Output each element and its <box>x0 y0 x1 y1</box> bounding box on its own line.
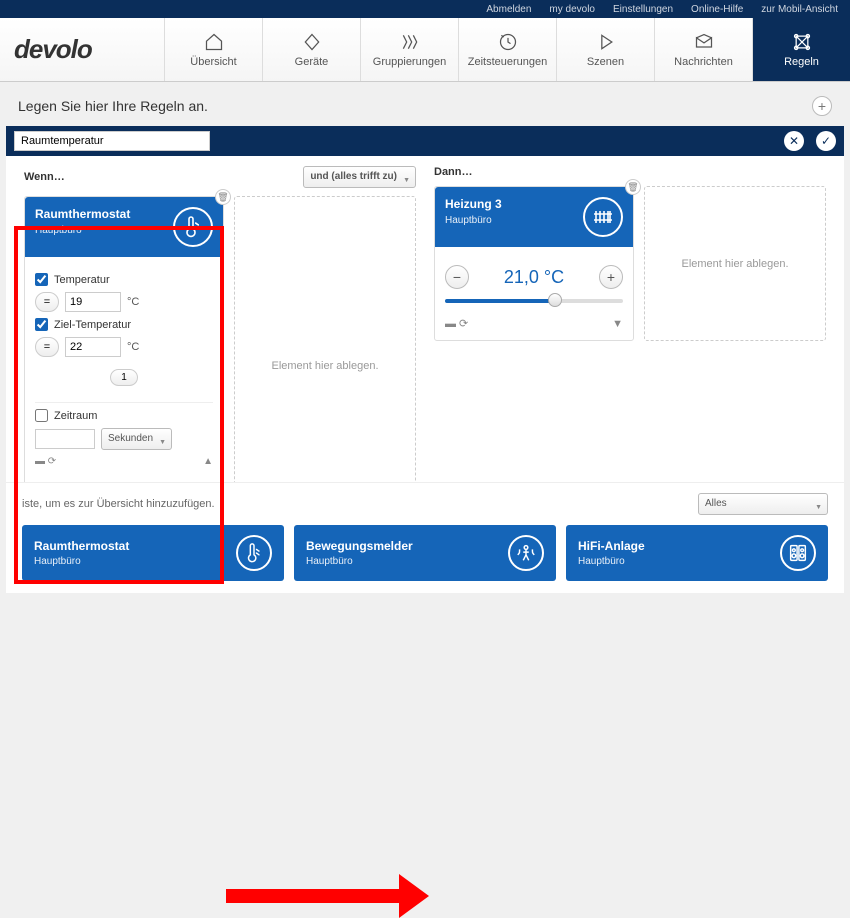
topbar-link[interactable]: zur Mobil-Ansicht <box>761 4 838 15</box>
nav-geräte[interactable]: Geräte <box>262 18 360 81</box>
card-subtitle: Hauptbüro <box>445 215 502 226</box>
temperature-value: 21,0 °C <box>504 267 564 288</box>
therm-icon <box>236 535 272 571</box>
temp-plus-button[interactable]: + <box>599 265 623 289</box>
triple-icon <box>400 32 420 52</box>
temp-minus-button[interactable]: − <box>445 265 469 289</box>
play-icon <box>596 32 616 52</box>
add-rule-button[interactable]: + <box>812 96 832 116</box>
device-card[interactable]: HiFi-AnlageHauptbüro <box>566 525 828 581</box>
rule-name-input[interactable] <box>14 131 210 151</box>
trash-icon[interactable]: 🗑 <box>215 189 231 205</box>
diamond-icon <box>302 32 322 52</box>
logic-select[interactable]: und (alles trifft zu) <box>303 166 416 188</box>
temperature-slider[interactable] <box>445 299 623 303</box>
nav-gruppierungen[interactable]: Gruppierungen <box>360 18 458 81</box>
nav-zeitsteuerungen[interactable]: Zeitsteuerungen <box>458 18 556 81</box>
mail-icon <box>694 32 714 52</box>
nav-nachrichten[interactable]: Nachrichten <box>654 18 752 81</box>
nav-szenen[interactable]: Szenen <box>556 18 654 81</box>
radiator-icon <box>583 197 623 237</box>
home-icon <box>204 32 224 52</box>
trash-icon[interactable]: 🗑 <box>625 179 641 195</box>
topbar: Abmelden my devolo Einstellungen Online-… <box>0 0 850 18</box>
logo: devolo <box>0 18 164 81</box>
hifi-icon <box>780 535 816 571</box>
net-icon <box>792 32 812 52</box>
topbar-link[interactable]: Einstellungen <box>613 4 673 15</box>
rule-header: ✕ ✓ <box>6 126 844 156</box>
topbar-link[interactable]: Abmelden <box>486 4 531 15</box>
card-title: Raumthermostat <box>35 207 130 221</box>
navbar: devolo ÜbersichtGeräteGruppierungenZeits… <box>0 18 850 82</box>
motion-icon <box>508 535 544 571</box>
topbar-link[interactable]: my devolo <box>549 4 595 15</box>
page-header: Legen Sie hier Ihre Regeln an. + <box>0 82 850 126</box>
confirm-button[interactable]: ✓ <box>816 131 836 151</box>
card-title: Heizung 3 <box>445 197 502 211</box>
action-card[interactable]: 🗑 Heizung 3 Hauptbüro − 21,0 ° <box>434 186 634 341</box>
expand-icon[interactable]: ▼ <box>612 318 623 330</box>
cancel-button[interactable]: ✕ <box>784 131 804 151</box>
device-card[interactable]: BewegungsmelderHauptbüro <box>294 525 556 581</box>
topbar-link[interactable]: Online-Hilfe <box>691 4 743 15</box>
nav-übersicht[interactable]: Übersicht <box>164 18 262 81</box>
highlight-box <box>14 226 224 584</box>
then-drop-zone[interactable]: Element hier ablegen. <box>644 186 826 341</box>
then-column: Dann… 🗑 Heizung 3 Hauptbüro <box>434 166 826 536</box>
when-label: Wenn… <box>24 171 65 183</box>
then-label: Dann… <box>434 166 473 178</box>
clock-icon <box>498 32 518 52</box>
nav-regeln[interactable]: Regeln <box>752 18 850 81</box>
page-title: Legen Sie hier Ihre Regeln an. <box>18 98 208 114</box>
filter-select[interactable]: Alles <box>698 493 828 515</box>
battery-icon: ▬ ⟳ <box>445 317 468 330</box>
